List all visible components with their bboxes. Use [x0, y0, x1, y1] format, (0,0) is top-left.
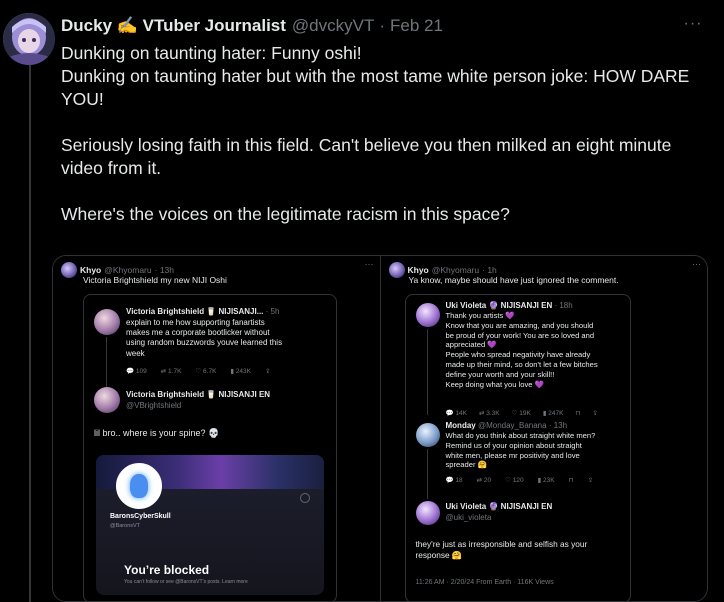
quoted-text: Ya know, maybe should have just ignored …: [408, 275, 619, 285]
author-name: Victoria Brightshield 🥛 NIJISANJI...: [126, 307, 264, 316]
bookmark-icon[interactable]: ⊓: [575, 409, 580, 417]
post-time: · 13h: [154, 265, 174, 275]
avatar: [415, 423, 440, 447]
post-line: Seriously losing faith in this field. Ca…: [61, 135, 672, 178]
engagement-stats: 💬 14K ⇄ 3.3K ♡ 19K ▮ 247K ⊓ ⇪: [446, 409, 598, 417]
media-image-right[interactable]: Khyo @Khyomaru · 1h ··· Ya know, maybe s…: [379, 256, 707, 601]
author-handle: @VBrightshield: [126, 401, 182, 410]
thread-line: [426, 449, 428, 499]
reply-header: Uki Violeta 🔮 NIJISANJI EN · 18h: [446, 301, 573, 310]
display-name[interactable]: Ducky ✍️ VTuber Journalist: [61, 16, 286, 36]
avatar: [388, 262, 405, 278]
post-media[interactable]: Khyo @Khyomaru · 13h ··· Victoria Bright…: [52, 255, 708, 602]
separator: ·: [379, 16, 386, 35]
profile-handle: @BaronsVT: [110, 523, 141, 529]
repost-count[interactable]: ⇄ 1.7K: [161, 367, 182, 375]
media-image-left[interactable]: Khyo @Khyomaru · 13h ··· Victoria Bright…: [53, 256, 380, 601]
more-horizontal-icon[interactable]: ···: [682, 15, 704, 35]
like-count[interactable]: ♡ 6.7K: [195, 367, 216, 375]
avatar: [415, 303, 440, 327]
post-text: Dunking on taunting hater: Funny oshi! D…: [61, 42, 711, 226]
reply-text: What do you think about straight white m…: [445, 431, 596, 470]
reply-header: Monday @Monday_Banana · 13h: [446, 421, 568, 430]
blocked-subtitle: You can’t follow or see @BaronsVT’s post…: [124, 579, 248, 585]
avatar: [61, 262, 77, 278]
reply-text: they're just as irresponsible and selfis…: [415, 539, 588, 560]
share-icon[interactable]: ⇪: [265, 367, 270, 375]
blocked-title: You’re blocked: [124, 563, 210, 577]
view-count[interactable]: ▮ 23K: [538, 476, 555, 484]
reply-header: Victoria Brightshield 🥛 NIJISANJI EN: [126, 390, 270, 399]
thread-line: [29, 62, 31, 602]
avatar: [94, 309, 120, 335]
more-horizontal-icon: ···: [692, 259, 701, 269]
repost-count[interactable]: ⇄ 3.3K: [479, 409, 500, 417]
engagement-stats: 💬 109 ⇄ 1.7K ♡ 6.7K ▮ 243K ⇪: [126, 367, 270, 375]
embedded-thread: Uki Violeta 🔮 NIJISANJI EN · 18h Thank y…: [404, 294, 631, 601]
author-handle: @Khyomaru: [104, 265, 152, 275]
more-icon: [300, 493, 310, 503]
like-count[interactable]: ♡ 19K: [512, 409, 531, 417]
post-time: · 13h: [548, 421, 568, 430]
author-name: Victoria Brightshield 🥛 NIJISANJI EN: [126, 390, 271, 399]
view-count[interactable]: ▮ 243K: [230, 367, 251, 375]
engagement-stats: 💬 18 ⇄ 20 ♡ 120 ▮ 23K ⊓ ⇪: [446, 476, 594, 484]
reply-text: explain to me how supporting fanartists …: [126, 318, 283, 358]
repost-count[interactable]: ⇄ 20: [477, 476, 492, 484]
reply-text: lil bro.. where is your spine? 💀: [94, 428, 220, 438]
thread-line: [106, 337, 107, 387]
author-handle: @uki_violeta: [445, 513, 492, 522]
handle[interactable]: @dvckyVT: [292, 16, 374, 36]
post-time: · 5h: [265, 307, 280, 316]
post-header: Ducky ✍️ VTuber Journalist @dvckyVT · Fe…: [61, 15, 704, 37]
quoted-text: Victoria Brightshield my new NIJI Oshi: [83, 275, 227, 285]
post-time: · 1h: [482, 265, 497, 275]
author-handle: @Khyomaru: [431, 265, 480, 275]
avatar: [415, 501, 440, 525]
post-date[interactable]: Feb 21: [390, 16, 443, 36]
post-line: Where's the voices on the legitimate rac…: [61, 204, 510, 224]
author-name: Khyo: [80, 265, 102, 275]
share-icon[interactable]: ⇪: [593, 409, 598, 417]
author-name: Uki Violeta 🔮 NIJISANJI EN: [445, 301, 553, 310]
post-time: · 18h: [554, 301, 573, 310]
profile-name: BaronsCyberSkull: [110, 513, 171, 520]
like-count[interactable]: ♡ 120: [505, 476, 524, 484]
reply-count[interactable]: 💬 18: [446, 476, 463, 484]
post-line: Dunking on taunting hater but with the m…: [61, 66, 690, 109]
post-line: Dunking on taunting hater: Funny oshi!: [61, 43, 362, 63]
author-name: Khyo: [407, 265, 429, 275]
blocked-profile-card: BaronsCyberSkull @BaronsVT You’re blocke…: [96, 455, 324, 595]
embedded-thread: Victoria Brightshield 🥛 NIJISANJI... · 5…: [83, 294, 337, 601]
post-meta: 11:26 AM · 2/20/24 From Earth · 116K Vie…: [415, 579, 554, 586]
reply-text: Thank you artists 💜 Know that you are am…: [445, 311, 598, 389]
reply-count[interactable]: 💬 14K: [446, 409, 467, 417]
skull-avatar-icon: [116, 463, 162, 509]
author-name: Monday: [445, 421, 476, 430]
avatar[interactable]: [3, 13, 55, 65]
thread-line: [426, 329, 428, 415]
author-handle: @Monday_Banana: [477, 421, 547, 430]
view-count[interactable]: ▮ 247K: [543, 409, 564, 417]
avatar: [94, 387, 120, 413]
reply-header: Victoria Brightshield 🥛 NIJISANJI... · 5…: [126, 307, 279, 316]
share-icon[interactable]: ⇪: [588, 476, 593, 484]
author-name: Uki Violeta 🔮 NIJISANJI EN: [445, 502, 553, 511]
reply-count[interactable]: 💬 109: [126, 367, 147, 375]
reply-header: Uki Violeta 🔮 NIJISANJI EN: [446, 502, 553, 511]
more-horizontal-icon: ···: [364, 259, 374, 269]
bookmark-icon[interactable]: ⊓: [569, 476, 574, 484]
